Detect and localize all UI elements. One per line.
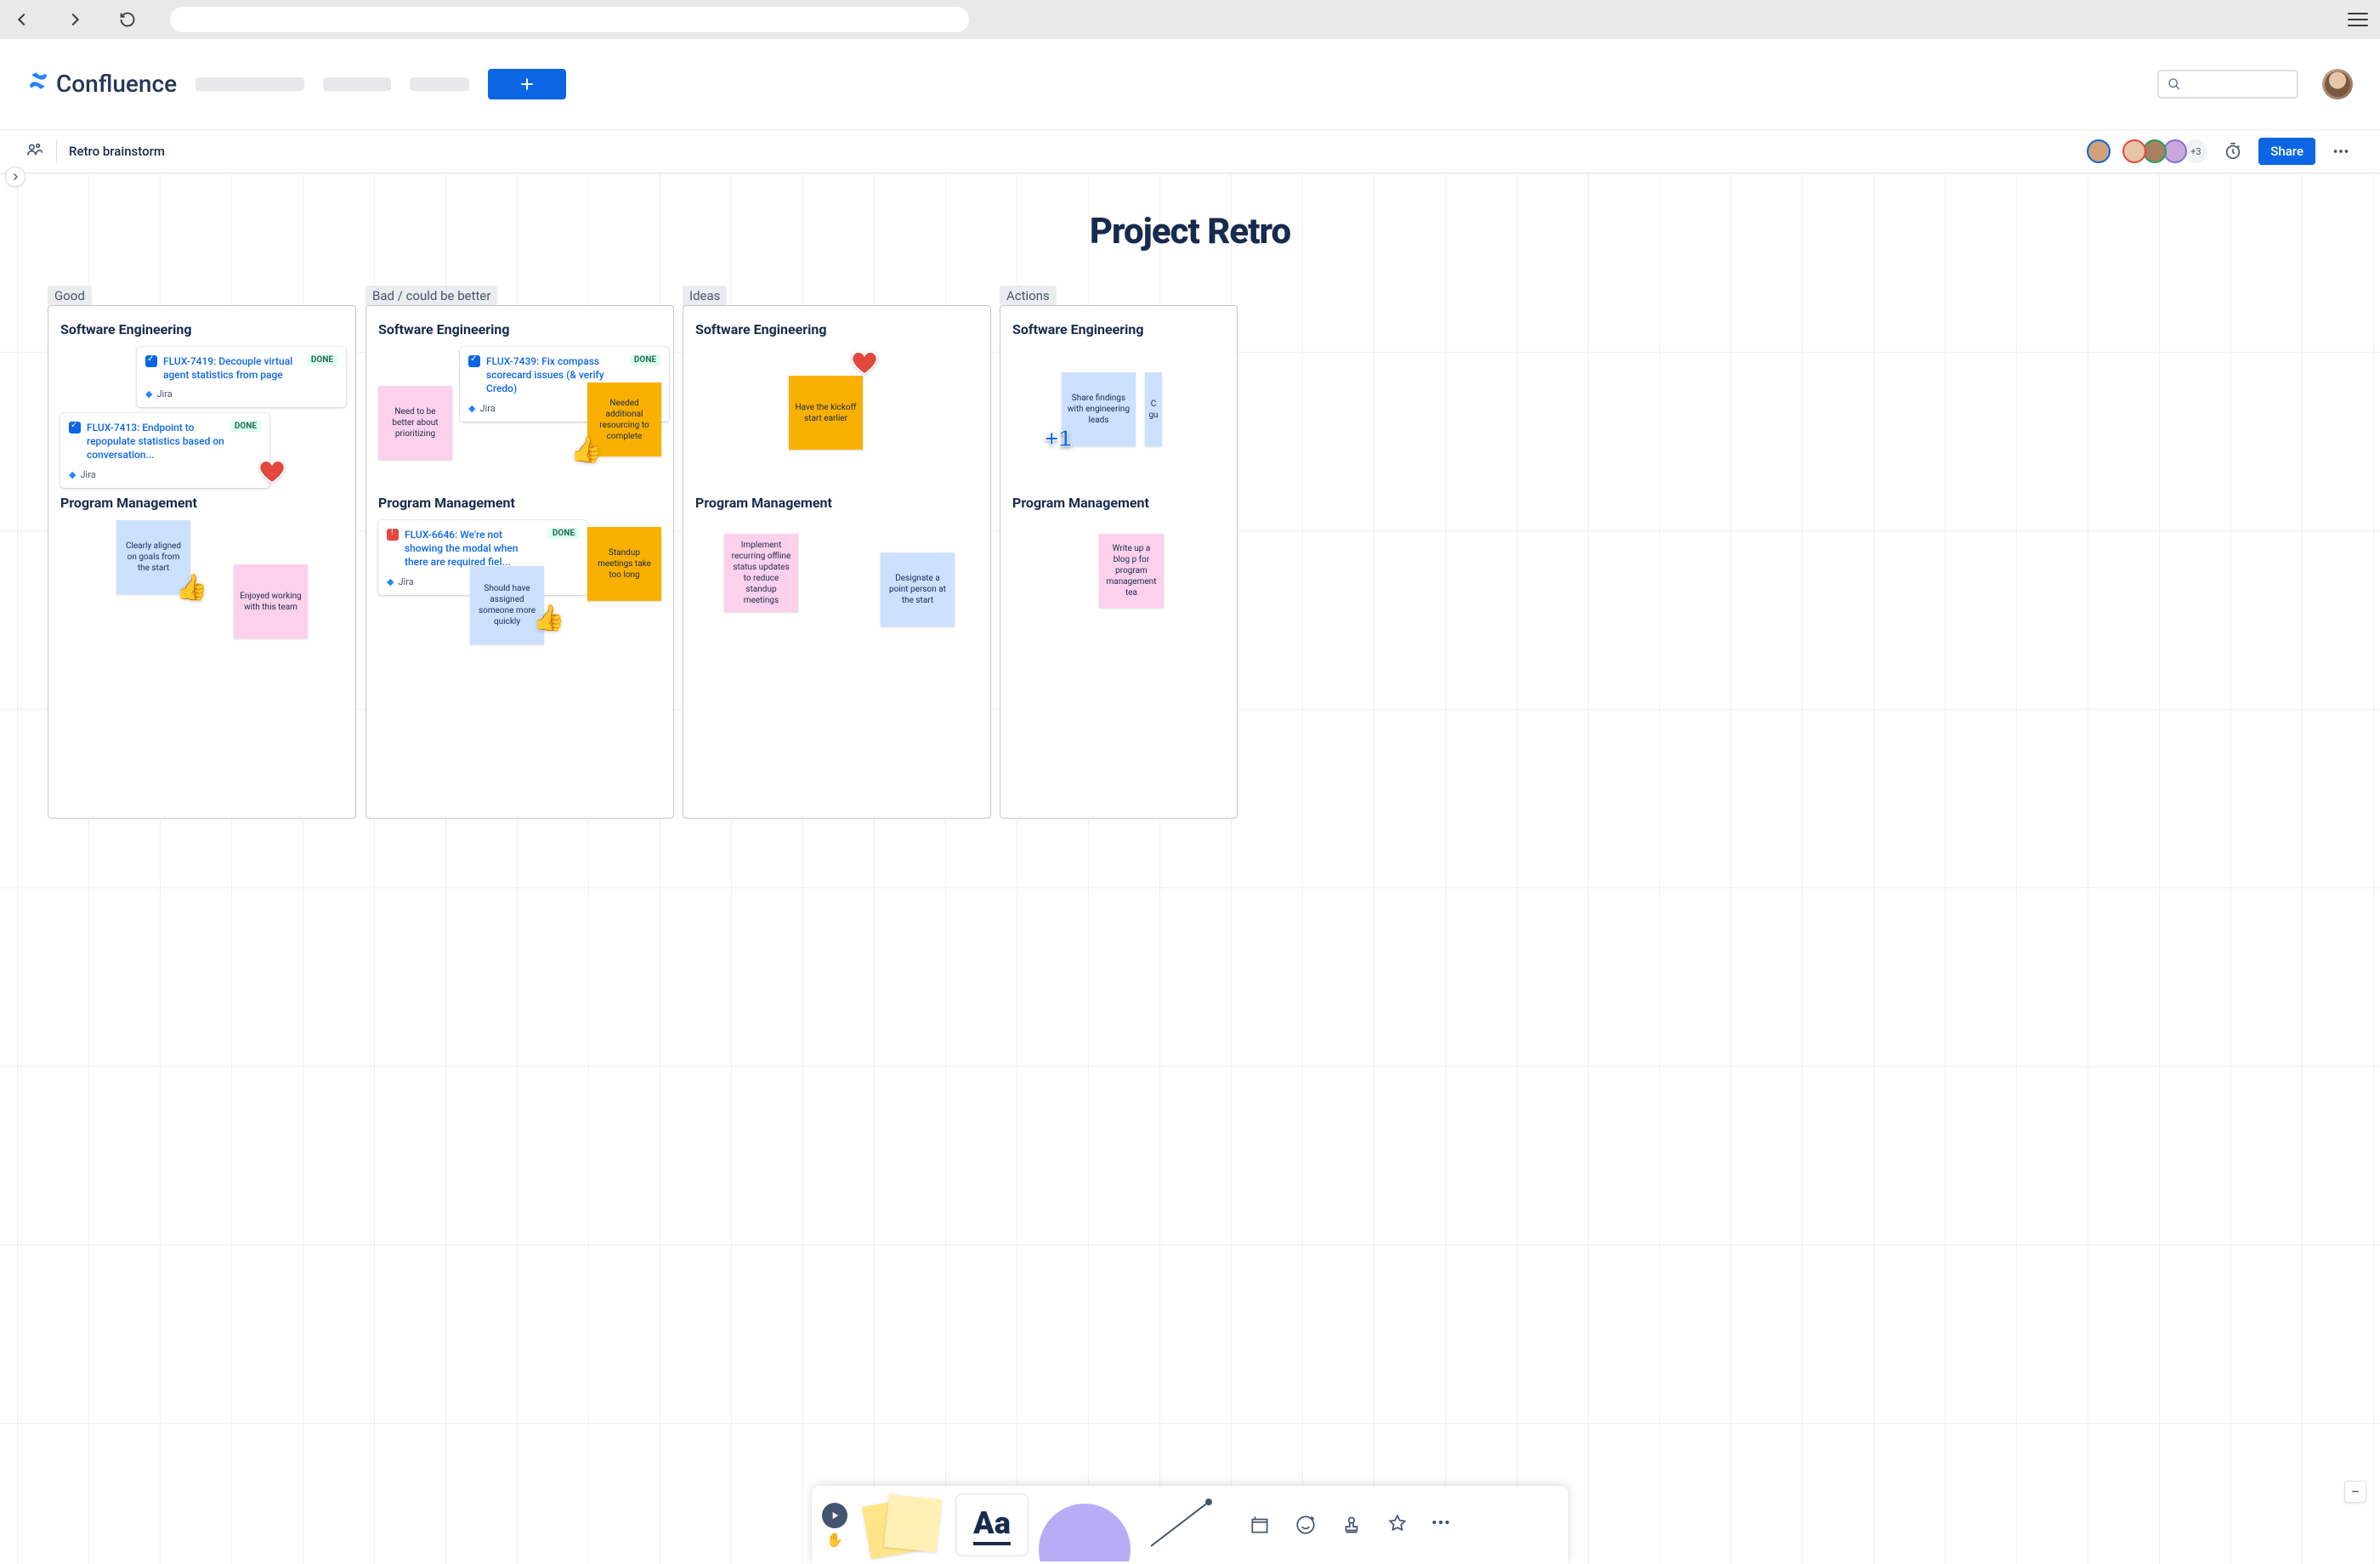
- heart-reaction-icon[interactable]: [850, 348, 879, 384]
- jira-source: Jira: [479, 403, 495, 414]
- column-label-ideas[interactable]: Ideas: [683, 286, 727, 306]
- share-button[interactable]: Share: [2258, 138, 2315, 165]
- column-actions[interactable]: Software Engineering Share findings with…: [1000, 305, 1238, 819]
- zoom-out-button[interactable]: −: [2344, 1481, 2366, 1503]
- sticky-note[interactable]: Write up a blog p for program management…: [1099, 534, 1164, 608]
- heart-reaction-icon[interactable]: [258, 457, 286, 493]
- shape-tool[interactable]: [1034, 1488, 1136, 1561]
- sticky-note[interactable]: Designate a point person at the start: [881, 552, 955, 626]
- presence-more[interactable]: +3: [2184, 139, 2207, 163]
- column-label-actions[interactable]: Actions: [1000, 286, 1057, 306]
- section-heading: Program Management: [1012, 495, 1149, 511]
- jira-bug-icon: [387, 529, 399, 541]
- hand-tool[interactable]: ✋: [826, 1532, 843, 1548]
- url-bar[interactable]: [170, 7, 969, 32]
- jira-source: Jira: [80, 469, 95, 480]
- more-button[interactable]: [2327, 138, 2354, 165]
- section-heading: Program Management: [378, 495, 515, 511]
- forward-button[interactable]: [65, 9, 85, 30]
- sticky-note[interactable]: Standup meetings take too long: [587, 527, 661, 601]
- sticky-note[interactable]: Have the kickoff start earlier: [789, 376, 863, 450]
- jira-icon: ◆: [468, 403, 475, 414]
- emoji-tool[interactable]: [1294, 1513, 1318, 1537]
- board-name[interactable]: Retro brainstorm: [69, 144, 165, 159]
- section-heading: Program Management: [60, 495, 197, 511]
- status-badge: DONE: [230, 421, 261, 432]
- page-title[interactable]: Project Retro: [1090, 211, 1290, 252]
- search-input[interactable]: [2157, 70, 2298, 99]
- frame-tool[interactable]: [1248, 1513, 1272, 1537]
- status-badge: DONE: [548, 528, 579, 539]
- jira-card-title: FLUX-7413: Endpoint to repopulate statis…: [87, 421, 224, 462]
- section-heading: Software Engineering: [695, 321, 826, 337]
- reload-button[interactable]: [117, 9, 138, 30]
- plus-one-reaction-icon[interactable]: +1: [1045, 425, 1072, 452]
- status-badge: DONE: [307, 354, 337, 366]
- thumbs-up-reaction-icon[interactable]: 👍: [533, 604, 564, 633]
- sticky-note[interactable]: C gu: [1145, 372, 1162, 446]
- board-header: Retro brainstorm +3 Share: [0, 129, 2380, 173]
- jira-card-title: FLUX-7419: Decouple virtual agent statis…: [163, 354, 301, 382]
- section-heading: Program Management: [695, 495, 832, 511]
- nav-placeholder[interactable]: [410, 77, 469, 91]
- column-bad[interactable]: Software Engineering FLUX-7439: Fix comp…: [366, 305, 674, 819]
- jira-task-icon: [145, 355, 157, 367]
- toolbar-more-button[interactable]: [1430, 1511, 1452, 1538]
- pointer-tool[interactable]: [822, 1503, 847, 1528]
- column-label-bad[interactable]: Bad / could be better: [366, 286, 497, 306]
- sticky-note[interactable]: Enjoyed working with this team: [234, 564, 308, 638]
- sticky-note[interactable]: Implement recurring offline status updat…: [724, 534, 798, 612]
- profile-avatar[interactable]: [2322, 69, 2353, 99]
- section-heading: Software Engineering: [378, 321, 509, 337]
- jira-card-title: FLUX-6646: We're not showing the modal w…: [405, 528, 542, 570]
- create-button[interactable]: [488, 69, 566, 99]
- jira-source: Jira: [156, 388, 172, 400]
- sticky-note[interactable]: Share findings with engineering leads: [1062, 372, 1136, 446]
- column-ideas[interactable]: Software Engineering Have the kickoff st…: [683, 305, 991, 819]
- presence-avatar[interactable]: [2163, 139, 2187, 163]
- text-tool[interactable]: Aa: [955, 1493, 1028, 1556]
- whiteboard-toolbar: ✋ Aa: [812, 1486, 1568, 1564]
- section-heading: Software Engineering: [1012, 321, 1143, 337]
- line-tool[interactable]: [1141, 1493, 1226, 1556]
- sticky-note[interactable]: Need to be better about prioritizing: [378, 386, 452, 460]
- sticker-tool[interactable]: [1386, 1513, 1409, 1537]
- app-logo[interactable]: Confluence: [27, 70, 177, 98]
- back-button[interactable]: [12, 9, 32, 30]
- expand-sidebar-button[interactable]: [5, 167, 26, 187]
- status-badge: DONE: [630, 354, 660, 366]
- jira-card[interactable]: FLUX-7419: Decouple virtual agent statis…: [137, 347, 346, 407]
- sticky-note-tool[interactable]: [853, 1492, 950, 1558]
- presence-stack[interactable]: +3: [2090, 139, 2207, 163]
- nav-placeholder[interactable]: [323, 77, 391, 91]
- board-icon: [26, 140, 44, 162]
- divider: [56, 139, 57, 163]
- column-label-good[interactable]: Good: [48, 286, 92, 306]
- jira-task-icon: [69, 422, 81, 434]
- app-header: Confluence: [0, 39, 2380, 129]
- nav-placeholder[interactable]: [196, 77, 304, 91]
- app-name: Confluence: [56, 70, 177, 98]
- section-heading: Software Engineering: [60, 321, 191, 337]
- whiteboard-canvas[interactable]: Project Retro Good Bad / could be better…: [0, 173, 2380, 1564]
- browser-chrome: [0, 0, 2380, 39]
- thumbs-up-reaction-icon[interactable]: 👍: [570, 435, 602, 465]
- jira-icon: ◆: [145, 388, 152, 400]
- presence-avatar[interactable]: [2122, 139, 2146, 163]
- thumbs-up-reaction-icon[interactable]: 👍: [176, 573, 207, 603]
- jira-card[interactable]: FLUX-7413: Endpoint to repopulate statis…: [60, 413, 269, 488]
- browser-menu-button[interactable]: [2348, 9, 2368, 30]
- timer-button[interactable]: [2219, 138, 2247, 165]
- column-good[interactable]: Software Engineering FLUX-7419: Decouple…: [48, 305, 356, 819]
- search-icon: [2168, 77, 2181, 91]
- presence-avatar[interactable]: [2087, 139, 2111, 163]
- presence-avatar[interactable]: [2143, 139, 2167, 163]
- jira-source: Jira: [398, 576, 413, 587]
- stamp-tool[interactable]: [1340, 1513, 1363, 1537]
- confluence-icon: [27, 70, 49, 98]
- jira-icon: ◆: [387, 576, 394, 587]
- jira-icon: ◆: [69, 469, 76, 480]
- jira-task-icon: [468, 355, 480, 367]
